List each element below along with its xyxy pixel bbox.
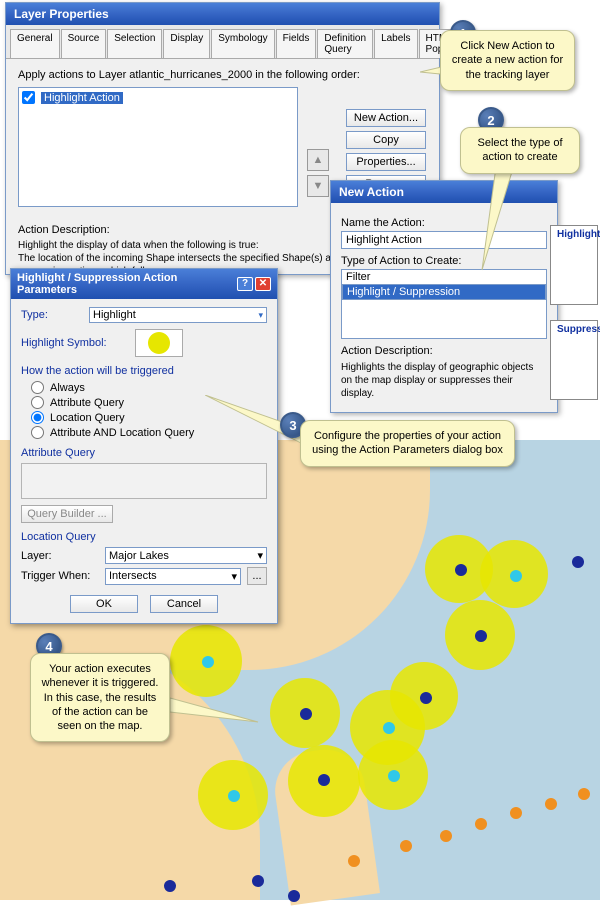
copy-button[interactable]: Copy [346,131,426,149]
action-item[interactable]: Highlight Action [22,91,294,104]
type-listbox[interactable]: Filter Highlight / Suppression [341,269,547,339]
radio-attr[interactable] [31,396,44,409]
tab-fields[interactable]: Fields [276,29,317,58]
query-builder-button: Query Builder ... [21,505,113,523]
preview-suppress: Suppress [550,320,598,400]
close-icon[interactable]: ✕ [255,277,271,291]
dialog-title: Highlight / Suppression Action Parameter… [17,272,237,296]
tab-labels[interactable]: Labels [374,29,417,58]
move-down-button[interactable]: ▼ [307,175,329,197]
dialog-title-bar: Highlight / Suppression Action Parameter… [11,269,277,299]
type-label: Type of Action to Create: [341,255,547,267]
callout-1: Click New Action to create a new action … [440,30,575,91]
preview-title: Suppress [557,324,591,335]
action-checkbox[interactable] [22,91,35,104]
action-label: Highlight Action [41,92,123,104]
action-params-dialog: Highlight / Suppression Action Parameter… [10,268,278,624]
type-item-highlight[interactable]: Highlight / Suppression [342,284,546,300]
instruction-text: Apply actions to Layer atlantic_hurrican… [18,69,427,81]
new-action-button[interactable]: New Action... [346,109,426,127]
symbol-label: Highlight Symbol: [21,337,107,349]
radio-label: Attribute Query [50,397,124,409]
callout-4: Your action executes whenever it is trig… [30,653,170,742]
layer-dropdown[interactable]: Major Lakes ▾ [105,547,267,564]
type-item-filter[interactable]: Filter [342,270,546,284]
callout-2: Select the type of action to create [460,127,580,174]
symbol-swatch[interactable] [135,329,183,357]
name-label: Name the Action: [341,217,547,229]
type-dropdown[interactable]: Highlight ▾ [89,307,267,323]
dialog-title: New Action [331,181,557,203]
loc-query-label: Location Query [21,531,267,543]
help-icon[interactable]: ? [237,277,253,291]
preview-title: Highlight [557,229,591,240]
radio-always[interactable] [31,381,44,394]
trigger-group-label: How the action will be triggered [21,365,267,377]
chevron-down-icon: ▾ [257,549,263,562]
cancel-button[interactable]: Cancel [150,595,218,613]
tabs-row: General Source Selection Display Symbolo… [6,25,439,59]
desc-text: Highlights the display of geographic obj… [341,361,547,400]
layer-value: Major Lakes [109,550,169,562]
ok-button[interactable]: OK [70,595,138,613]
browse-button[interactable]: ... [247,567,267,585]
dialog-title: Layer Properties [6,3,439,25]
actions-listbox[interactable]: Highlight Action [18,87,298,207]
tab-symbology[interactable]: Symbology [211,29,274,58]
when-value: Intersects [109,570,157,582]
attr-query-box [21,463,267,499]
attr-query-label: Attribute Query [21,447,267,459]
type-value: Highlight [93,309,136,321]
new-action-dialog: New Action Name the Action: Type of Acti… [330,180,558,413]
properties-button[interactable]: Properties... [346,153,426,171]
tab-selection[interactable]: Selection [107,29,162,58]
radio-label: Always [50,382,85,394]
radio-label: Location Query [50,412,125,424]
desc-label: Action Description: [341,345,547,357]
tab-defquery[interactable]: Definition Query [317,29,373,58]
name-input[interactable] [341,231,547,249]
tab-display[interactable]: Display [163,29,210,58]
trigger-when-label: Trigger When: [21,570,99,582]
callout-3: Configure the properties of your action … [300,420,515,467]
radio-loc[interactable] [31,411,44,424]
preview-highlight: Highlight [550,225,598,305]
radio-both[interactable] [31,426,44,439]
chevron-down-icon: ▾ [231,570,237,583]
move-up-button[interactable]: ▲ [307,149,329,171]
tab-source[interactable]: Source [61,29,107,58]
layer-label: Layer: [21,550,99,562]
radio-label: Attribute AND Location Query [50,427,194,439]
type-label: Type: [21,309,81,321]
chevron-down-icon: ▾ [258,310,263,321]
trigger-when-dropdown[interactable]: Intersects ▾ [105,568,241,585]
tab-general[interactable]: General [10,29,60,58]
